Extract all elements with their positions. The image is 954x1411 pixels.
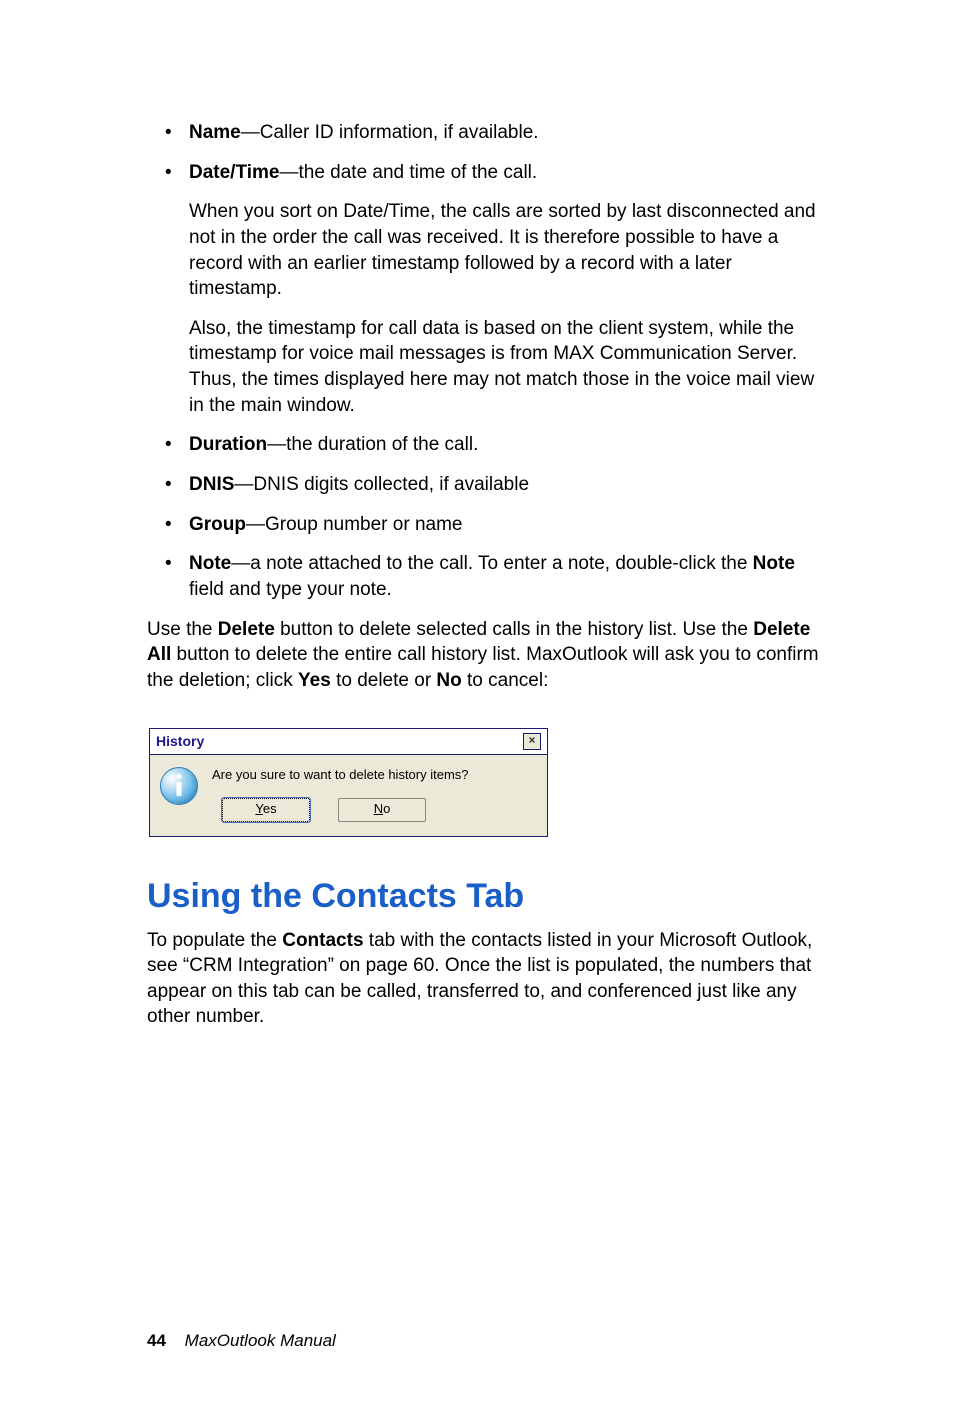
term-no: No bbox=[436, 670, 461, 691]
list-item: Note—a note attached to the call. To ent… bbox=[147, 551, 824, 602]
term-note2: Note bbox=[753, 553, 795, 574]
yes-button[interactable]: Yes bbox=[222, 798, 310, 822]
text: Use the bbox=[147, 619, 218, 640]
text: to cancel: bbox=[462, 670, 549, 691]
text: to delete or bbox=[331, 670, 437, 691]
list-item: Group—Group number or name bbox=[147, 512, 824, 538]
text: o bbox=[383, 801, 390, 816]
mnemonic: N bbox=[374, 801, 383, 816]
text: To populate the bbox=[147, 930, 282, 951]
text: —Caller ID information, if available. bbox=[241, 122, 539, 143]
list-item: DNIS—DNIS digits collected, if available bbox=[147, 472, 824, 498]
no-button[interactable]: No bbox=[338, 798, 426, 822]
page-number: 44 bbox=[147, 1331, 166, 1350]
term-name: Name bbox=[189, 122, 241, 143]
dialog-body: Are you sure to want to delete history i… bbox=[150, 755, 547, 836]
term-delete: Delete bbox=[218, 619, 275, 640]
history-dialog: History × Are you sure to want to delete… bbox=[149, 728, 548, 837]
term-duration: Duration bbox=[189, 434, 267, 455]
term-dnis: DNIS bbox=[189, 474, 234, 495]
paragraph: When you sort on Date/Time, the calls ar… bbox=[189, 199, 824, 302]
text: —the date and time of the call. bbox=[279, 162, 537, 183]
contacts-paragraph: To populate the Contacts tab with the co… bbox=[147, 928, 824, 1031]
paragraph: Also, the timestamp for call data is bas… bbox=[189, 316, 824, 419]
text: field and type your note. bbox=[189, 579, 392, 600]
mnemonic: Y bbox=[255, 801, 262, 816]
term-note: Note bbox=[189, 553, 231, 574]
text: es bbox=[263, 801, 277, 816]
text: —Group number or name bbox=[246, 514, 463, 535]
page-footer: 44 MaxOutlook Manual bbox=[147, 1331, 336, 1351]
text: —DNIS digits collected, if available bbox=[234, 474, 529, 495]
text: —the duration of the call. bbox=[267, 434, 478, 455]
text: button to delete selected calls in the h… bbox=[275, 619, 753, 640]
list-item: Name—Caller ID information, if available… bbox=[147, 120, 824, 146]
info-icon bbox=[160, 767, 198, 805]
dialog-message: Are you sure to want to delete history i… bbox=[212, 767, 537, 782]
term-group: Group bbox=[189, 514, 246, 535]
book-title: MaxOutlook Manual bbox=[185, 1331, 336, 1350]
text: —a note attached to the call. To enter a… bbox=[231, 553, 752, 574]
heading-contacts: Using the Contacts Tab bbox=[147, 877, 824, 916]
dialog-screenshot: History × Are you sure to want to delete… bbox=[149, 728, 824, 837]
bullet-list: Name—Caller ID information, if available… bbox=[147, 120, 824, 603]
list-item: Date/Time—the date and time of the call.… bbox=[147, 160, 824, 419]
dialog-titlebar: History × bbox=[150, 729, 547, 755]
delete-paragraph: Use the Delete button to delete selected… bbox=[147, 617, 824, 694]
term-contacts: Contacts bbox=[282, 930, 363, 951]
list-item: Duration—the duration of the call. bbox=[147, 432, 824, 458]
close-icon[interactable]: × bbox=[523, 733, 541, 750]
term-yes: Yes bbox=[298, 670, 331, 691]
term-datetime: Date/Time bbox=[189, 162, 279, 183]
dialog-title: History bbox=[156, 733, 204, 749]
dialog-buttons: Yes No bbox=[212, 798, 537, 826]
